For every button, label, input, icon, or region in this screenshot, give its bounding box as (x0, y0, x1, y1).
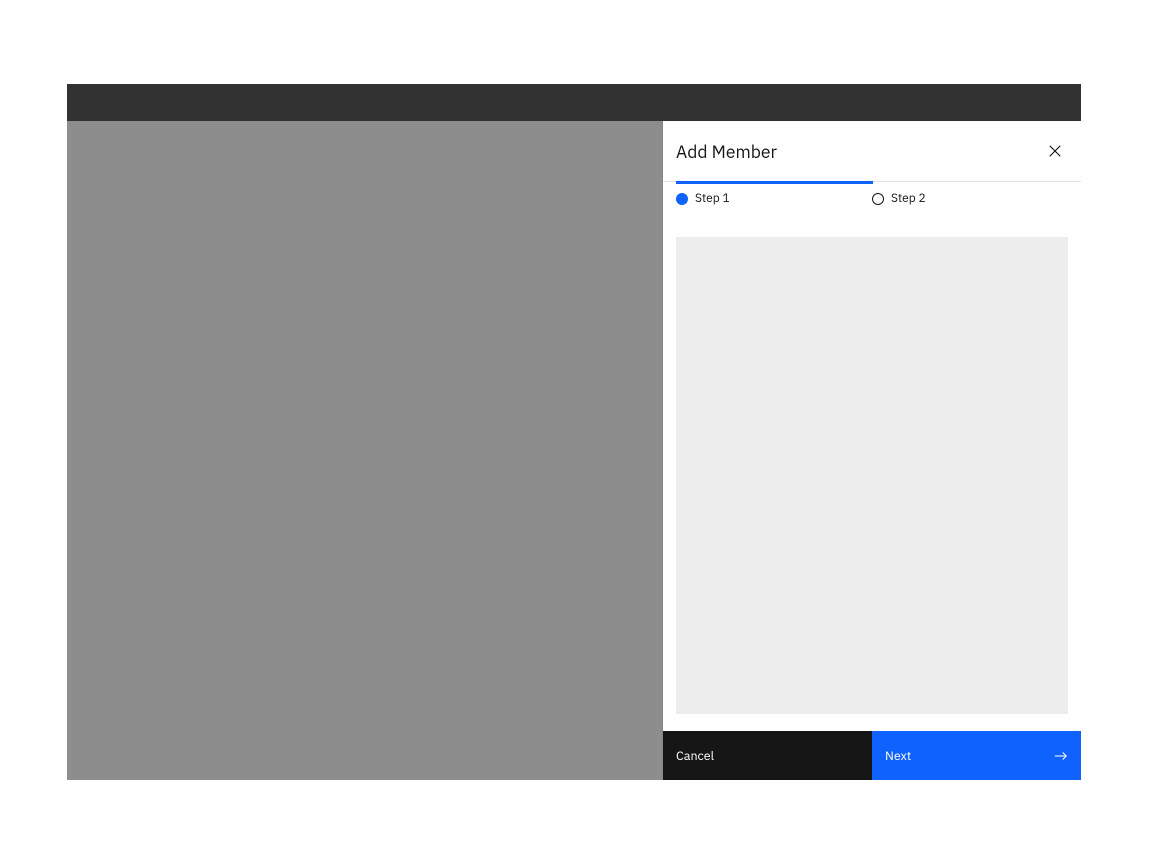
progress-indicator: Step 1 Step 2 (663, 182, 1081, 206)
side-panel: Add Member Step 1 Step 2 (663, 121, 1081, 780)
panel-title: Add Member (676, 140, 777, 163)
content-placeholder (676, 237, 1068, 714)
close-button[interactable] (1039, 135, 1071, 167)
arrow-right-icon (1054, 750, 1068, 762)
close-icon (1048, 144, 1062, 158)
top-bar (67, 84, 1081, 121)
step-label: Step 1 (695, 191, 730, 206)
app-frame: Add Member Step 1 Step 2 (67, 84, 1081, 780)
step-label: Step 2 (891, 191, 926, 206)
next-button-label: Next (885, 748, 911, 764)
step-1[interactable]: Step 1 (676, 191, 872, 206)
step-current-icon (676, 193, 688, 205)
panel-header: Add Member (663, 121, 1081, 182)
cancel-button[interactable]: Cancel (663, 731, 872, 780)
step-2[interactable]: Step 2 (872, 191, 1068, 206)
cancel-button-label: Cancel (676, 748, 714, 764)
step-incomplete-icon (872, 193, 884, 205)
panel-content (663, 206, 1081, 731)
next-button[interactable]: Next (872, 731, 1081, 780)
panel-footer: Cancel Next (663, 731, 1081, 780)
